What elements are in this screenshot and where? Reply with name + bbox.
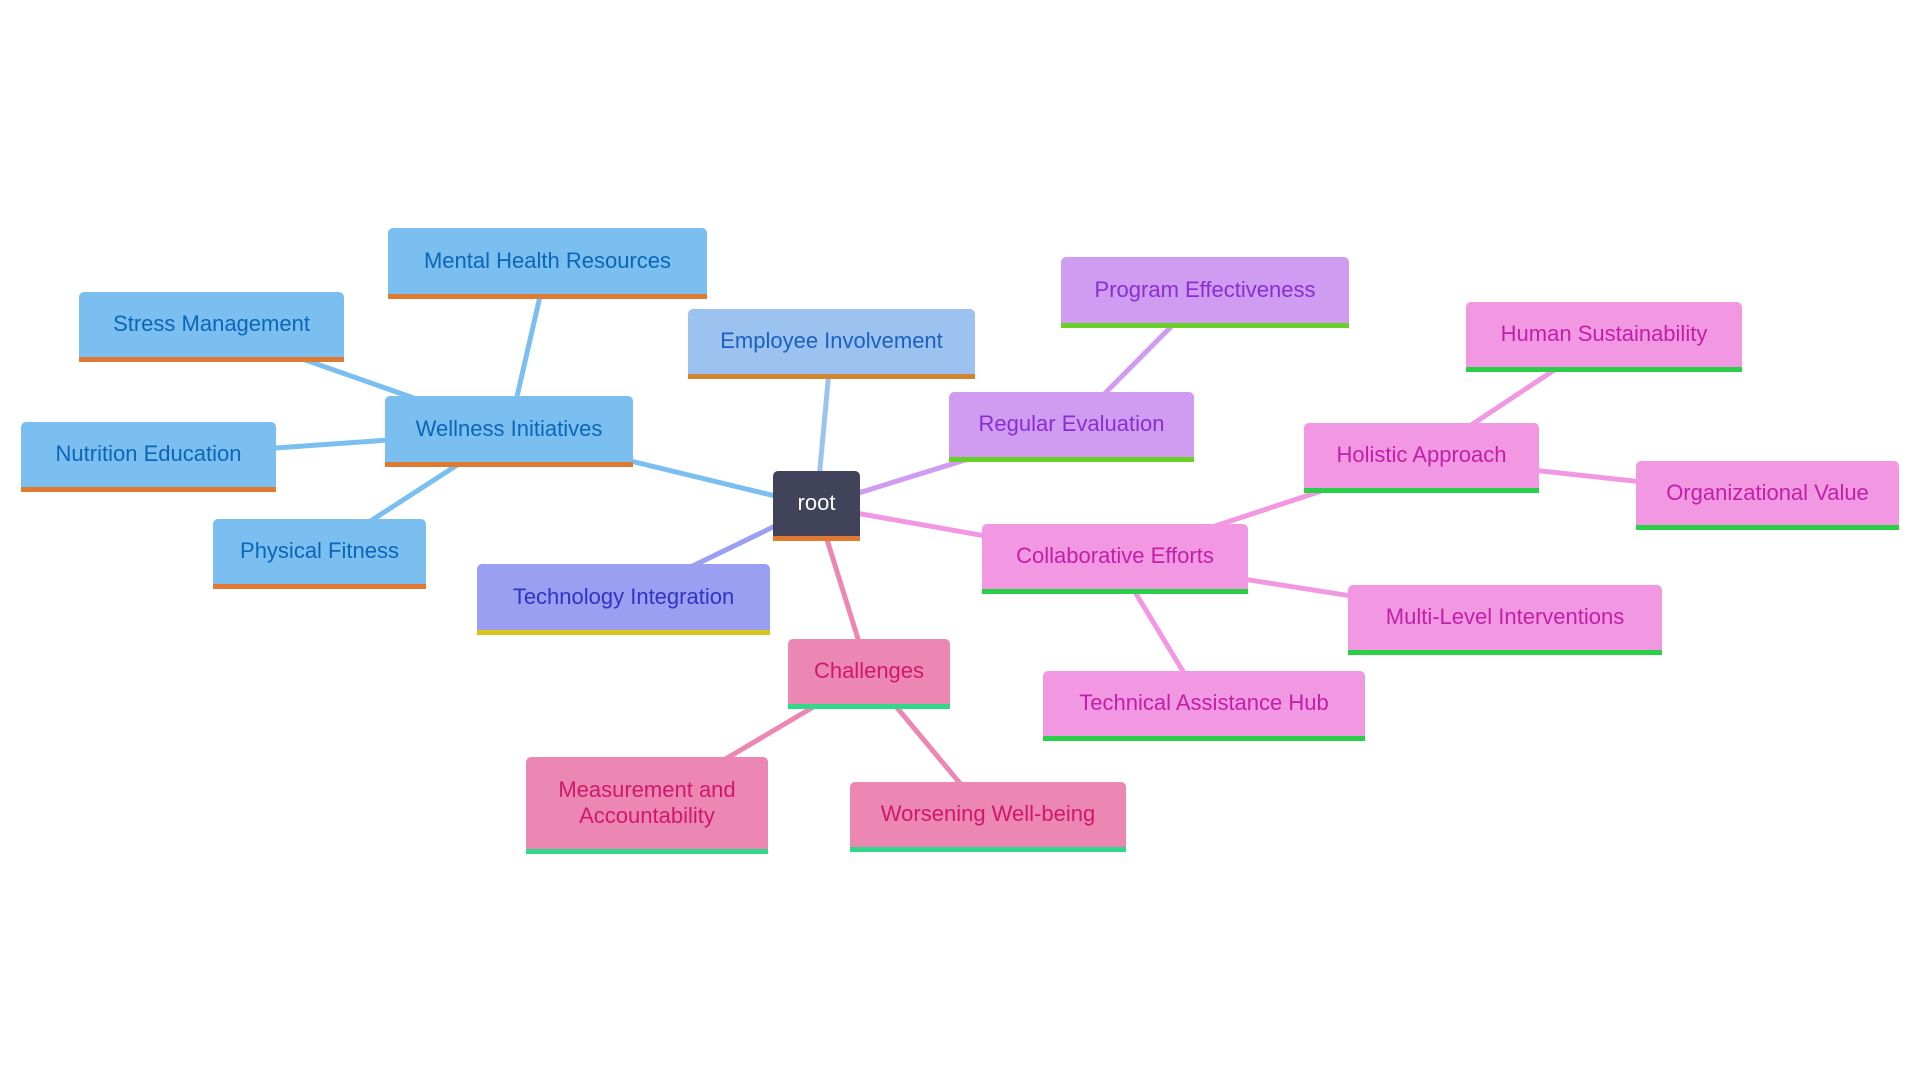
node-label: Worsening Well-being (880, 801, 1096, 826)
node-label: Nutrition Education (55, 441, 242, 466)
node-underline (773, 536, 860, 541)
node-physical-fitness[interactable]: Physical Fitness (213, 519, 426, 589)
node-challenges[interactable]: Challenges (788, 639, 950, 709)
node-label: Mental Health Resources (423, 247, 671, 273)
node-multi-level-interventions[interactable]: Multi-Level Interventions (1348, 585, 1662, 655)
node-label: root (797, 490, 836, 515)
node-wellness-initiatives[interactable]: Wellness Initiatives (385, 396, 633, 467)
node-label: Stress Management (113, 311, 310, 336)
node-label: Holistic Approach (1336, 442, 1507, 467)
node-underline (949, 457, 1194, 462)
node-underline (477, 630, 770, 635)
node-worsening-well-being[interactable]: Worsening Well-being (850, 782, 1126, 852)
node-label: Measurement and Accountability (558, 776, 736, 828)
node-label: Program Effectiveness (1094, 276, 1316, 302)
node-underline (688, 374, 975, 379)
node-holistic-approach[interactable]: Holistic Approach (1304, 423, 1539, 493)
node-technology-integration[interactable]: Technology Integration (477, 564, 770, 635)
node-label: Collaborative Efforts (1016, 543, 1214, 568)
node-underline (1043, 736, 1365, 741)
node-underline (850, 847, 1126, 852)
node-underline (1061, 323, 1349, 328)
node-underline (385, 462, 633, 467)
node-technical-assistance-hub[interactable]: Technical Assistance Hub (1043, 671, 1365, 741)
node-collaborative-efforts[interactable]: Collaborative Efforts (982, 524, 1248, 594)
node-underline (1466, 367, 1742, 372)
node-underline (388, 294, 707, 299)
node-underline (1636, 525, 1899, 530)
node-nutrition-education[interactable]: Nutrition Education (21, 422, 276, 492)
node-program-effectiveness[interactable]: Program Effectiveness (1061, 257, 1349, 328)
node-regular-evaluation[interactable]: Regular Evaluation (949, 392, 1194, 462)
node-label: Physical Fitness (240, 538, 399, 563)
node-underline (526, 849, 768, 854)
node-employee-involvement[interactable]: Employee Involvement (688, 309, 975, 379)
node-label: Technical Assistance Hub (1079, 690, 1329, 715)
node-label: Challenges (813, 658, 925, 683)
node-root[interactable]: root (773, 471, 860, 541)
node-mental-health-resources[interactable]: Mental Health Resources (388, 228, 707, 299)
node-label: Human Sustainability (1500, 321, 1708, 346)
node-label: Wellness Initiatives (415, 415, 603, 441)
node-underline (1348, 650, 1662, 655)
node-underline (982, 589, 1248, 594)
node-organizational-value[interactable]: Organizational Value (1636, 461, 1899, 530)
node-label: Technology Integration (512, 583, 735, 609)
node-label: Employee Involvement (720, 328, 943, 353)
node-underline (21, 487, 276, 492)
node-underline (1304, 488, 1539, 493)
node-underline (213, 584, 426, 589)
node-label: Regular Evaluation (978, 411, 1165, 436)
node-human-sustainability[interactable]: Human Sustainability (1466, 302, 1742, 372)
node-underline (79, 357, 344, 362)
node-stress-management[interactable]: Stress Management (79, 292, 344, 362)
node-measurement-and-accountability[interactable]: Measurement and Accountability (526, 757, 768, 854)
node-label: Organizational Value (1666, 479, 1869, 505)
node-label: Multi-Level Interventions (1385, 604, 1625, 629)
node-underline (788, 704, 950, 709)
